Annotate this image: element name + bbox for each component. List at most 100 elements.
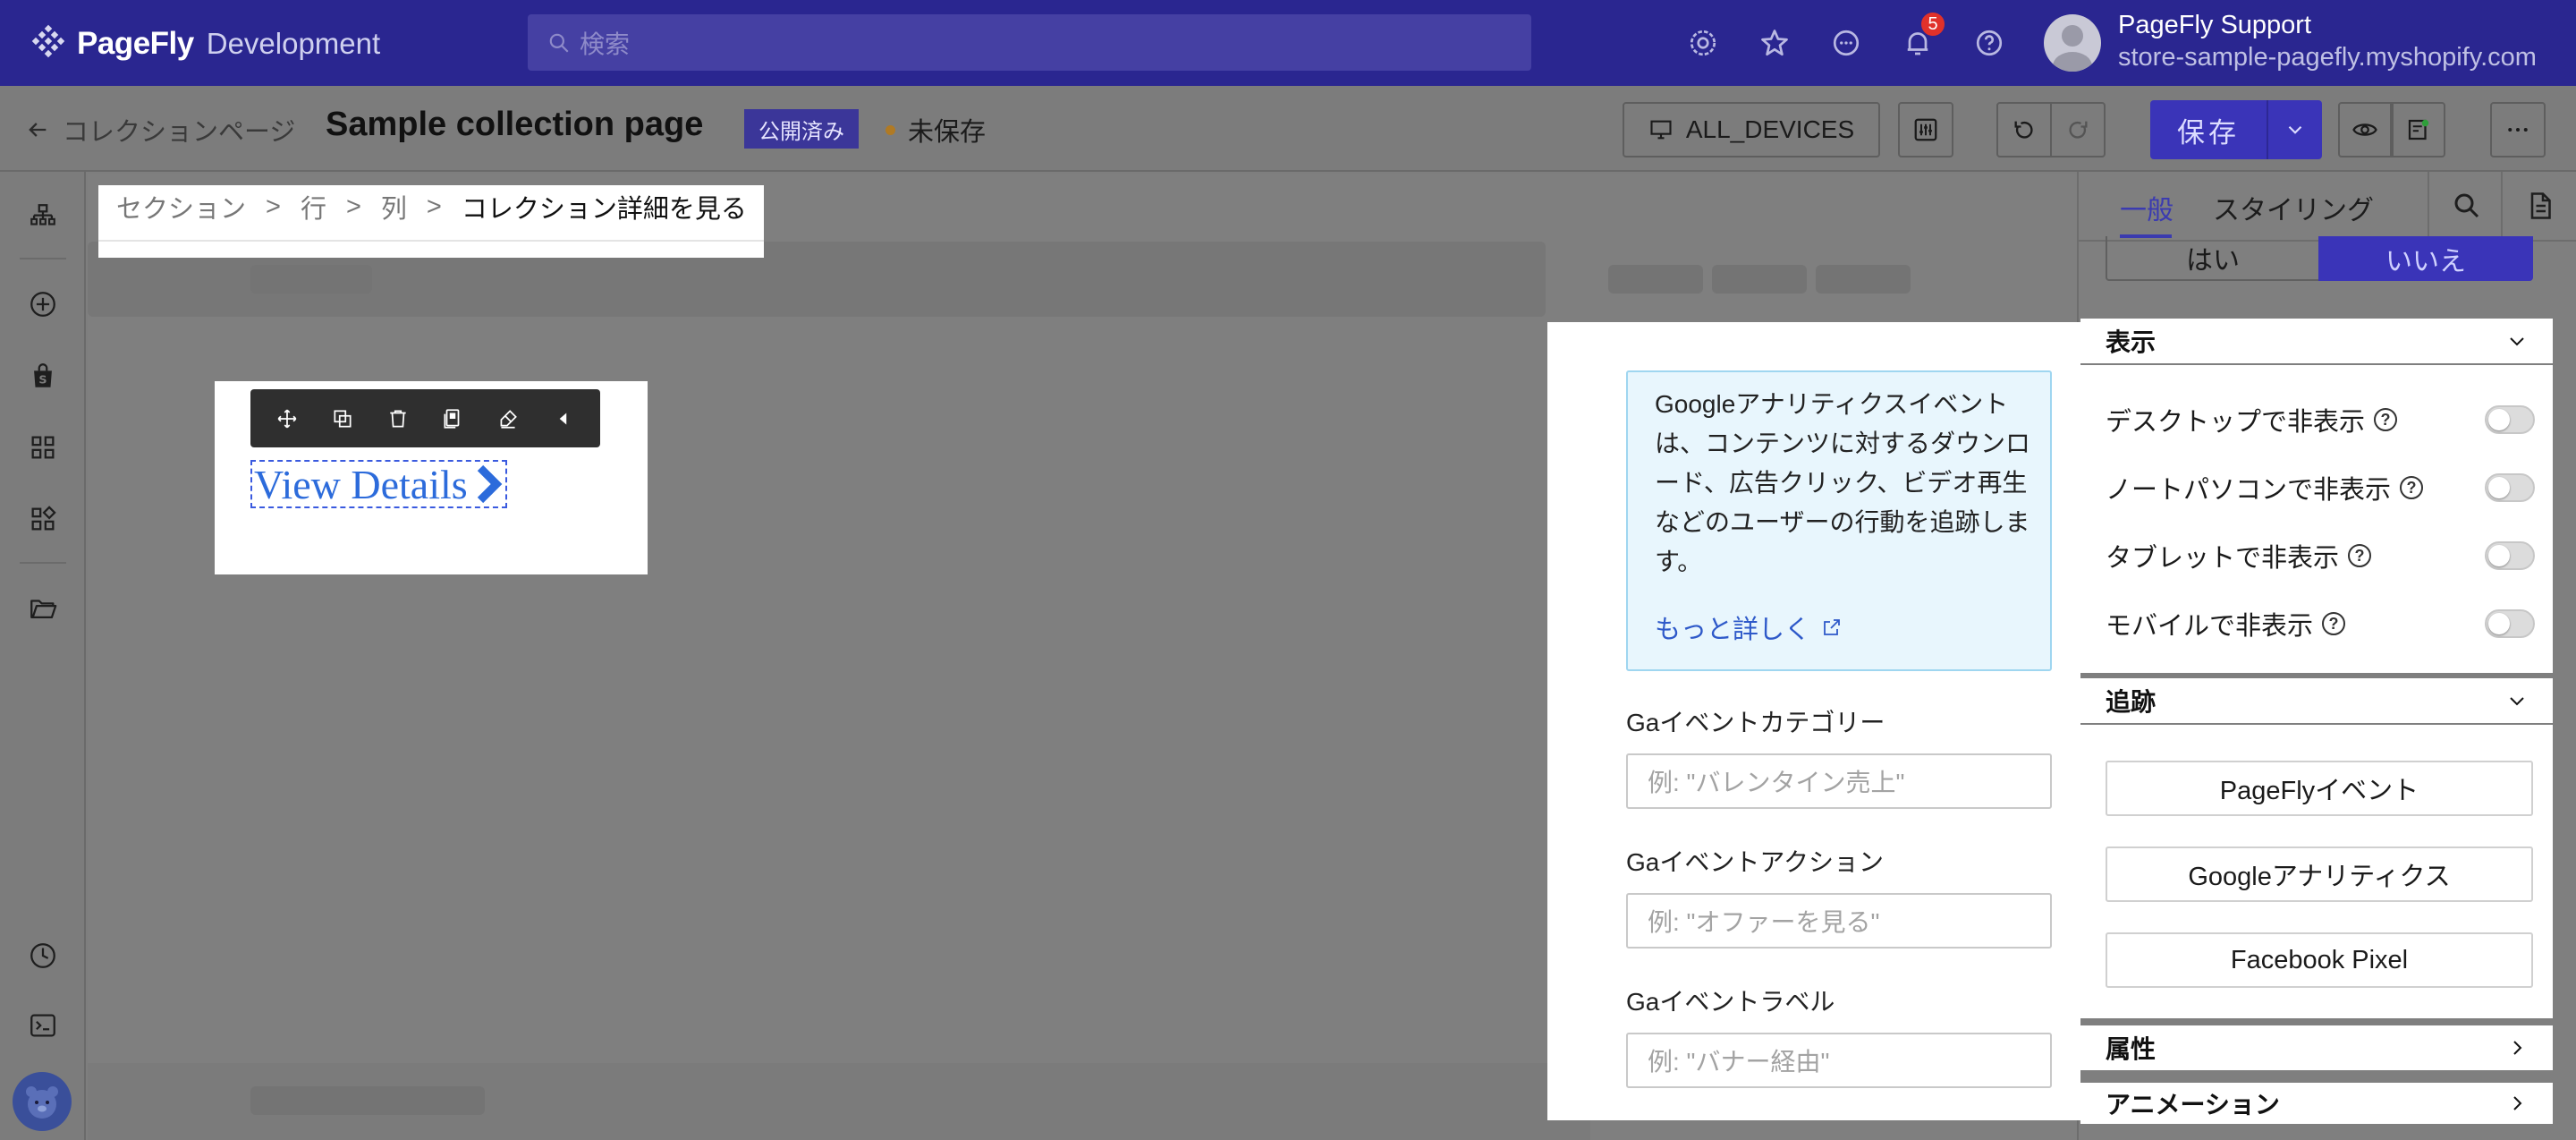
display-section-header[interactable]: 表示 <box>2080 319 2553 363</box>
add-element-icon[interactable] <box>21 283 64 326</box>
user-store-domain[interactable]: store-sample-pagefly.myshopify.com <box>2118 43 2537 72</box>
back-to-collection-pages[interactable]: コレクションページ <box>25 111 295 149</box>
sliders-icon <box>1914 118 1937 141</box>
breadcrumb-separator: > <box>426 191 442 221</box>
breadcrumb-item-section[interactable]: セクション <box>116 188 246 225</box>
help-question-icon[interactable]: ? <box>2400 476 2424 499</box>
help-question-icon[interactable]: ? <box>2322 612 2346 635</box>
chevron-down-icon <box>2510 697 2524 706</box>
hide-desktop-label: デスクトップで非表示 <box>2106 408 2366 437</box>
yes-option-button[interactable]: はい <box>2106 236 2320 281</box>
user-name[interactable]: PageFly Support <box>2118 11 2311 40</box>
ga-category-input[interactable]: 例: "バレンタイン売上" <box>1626 753 2052 809</box>
more-horizontal-icon <box>2508 128 2528 132</box>
learn-more-link[interactable]: もっと詳しく <box>1655 608 1843 646</box>
document-icon[interactable] <box>2524 190 2556 222</box>
tab-styling[interactable]: スタイリング <box>2213 188 2374 227</box>
tab-general[interactable]: 一般 <box>2120 188 2174 227</box>
live-page-icon <box>2408 119 2429 140</box>
no-option-button[interactable]: いいえ <box>2318 236 2533 281</box>
view-details-text: View Details <box>254 461 468 507</box>
arrow-left-icon <box>29 123 47 137</box>
caret-left-icon[interactable] <box>552 407 575 430</box>
page-settings-button[interactable] <box>1898 102 1953 157</box>
save-options-dropdown[interactable] <box>2267 100 2322 159</box>
move-icon[interactable] <box>275 407 299 430</box>
help-question-icon[interactable]: ? <box>2374 408 2398 431</box>
page-outline-icon[interactable] <box>21 195 64 238</box>
breadcrumb-item-current: コレクション詳細を見る <box>461 195 747 224</box>
apps-icon[interactable] <box>21 498 64 540</box>
ga-action-input[interactable]: 例: "オファーを見る" <box>1626 893 2052 949</box>
breadcrumb-separator: > <box>266 191 281 221</box>
hide-mobile-row: モバイルで非表示? <box>2106 605 2535 642</box>
ga-label-input[interactable]: 例: "バナー経由" <box>1626 1033 2052 1088</box>
mascot-avatar-icon[interactable] <box>13 1072 72 1131</box>
animation-section-header[interactable]: アニメーション <box>2080 1083 2553 1124</box>
brand-name: PageFly <box>77 26 194 61</box>
star-icon[interactable] <box>1755 23 1794 63</box>
copy-style-icon[interactable] <box>441 407 464 430</box>
user-avatar[interactable] <box>2044 14 2101 72</box>
back-label: コレクションページ <box>63 118 296 147</box>
ga-label-label: Gaイベントラベル <box>1626 988 1835 1016</box>
hide-mobile-label: モバイルで非表示 <box>2106 612 2314 641</box>
breadcrumb-item-row[interactable]: 行 <box>301 188 326 225</box>
hide-mobile-toggle[interactable] <box>2485 609 2535 638</box>
search-settings-icon[interactable] <box>2451 190 2483 222</box>
hide-tablet-toggle[interactable] <box>2485 541 2535 570</box>
duplicate-icon[interactable] <box>331 407 354 430</box>
undo-button[interactable] <box>1996 102 2052 157</box>
delete-icon[interactable] <box>386 407 410 430</box>
animation-section-title: アニメーション <box>2106 1091 2280 1119</box>
tracking-section-title: 追跡 <box>2106 688 2157 716</box>
attributes-section-header[interactable]: 属性 <box>2080 1025 2553 1070</box>
settings-icon[interactable] <box>1683 23 1723 63</box>
paste-style-brush-icon[interactable] <box>496 407 520 430</box>
unsaved-dot <box>886 124 895 135</box>
chevron-down-icon <box>2288 125 2302 134</box>
skeleton-bar <box>250 1086 485 1115</box>
element-toolbar <box>250 389 600 447</box>
chat-icon[interactable] <box>1826 23 1866 63</box>
more-options-button[interactable] <box>2490 102 2546 157</box>
hide-laptop-label: ノートパソコンで非表示 <box>2106 476 2392 505</box>
pagefly-event-button[interactable]: PageFlyイベント <box>2106 761 2533 816</box>
sections-grid-icon[interactable] <box>21 426 64 469</box>
global-search-input[interactable]: 検索 <box>528 14 1531 71</box>
view-details-link[interactable]: View Details <box>250 460 507 508</box>
facebook-pixel-button[interactable]: Facebook Pixel <box>2106 932 2533 988</box>
learn-more-label: もっと詳しく <box>1655 616 1811 644</box>
preview-button[interactable] <box>2338 102 2392 157</box>
hide-laptop-toggle[interactable] <box>2485 473 2535 502</box>
tab-divider <box>2501 172 2503 242</box>
shopify-bag-icon[interactable]: S <box>21 354 64 397</box>
hide-tablet-row: タブレットで非表示? <box>2106 537 2535 574</box>
view-live-button[interactable] <box>2392 102 2445 157</box>
popover-arrow <box>2070 734 2082 759</box>
code-terminal-icon[interactable] <box>21 1004 64 1047</box>
ga-action-placeholder: 例: "オファーを見る" <box>1648 908 1880 936</box>
device-label: ALL_DEVICES <box>1685 115 1855 143</box>
device-selector-button[interactable]: ALL_DEVICES <box>1623 102 1880 157</box>
ga-category-label: Gaイベントカテゴリー <box>1626 709 1885 736</box>
skeleton-bar <box>1712 265 1807 294</box>
help-icon[interactable] <box>1970 23 2009 63</box>
tracking-section-header[interactable]: 追跡 <box>2080 678 2553 723</box>
help-question-icon[interactable]: ? <box>2348 544 2372 567</box>
hide-desktop-toggle[interactable] <box>2485 405 2535 434</box>
skeleton-bar <box>1816 265 1911 294</box>
skeleton-bar <box>1608 265 1703 294</box>
folder-open-icon[interactable] <box>21 587 64 630</box>
history-clock-icon[interactable] <box>21 934 64 977</box>
chevron-down-icon <box>2510 337 2524 346</box>
search-placeholder: 検索 <box>580 30 631 58</box>
sidebar-divider <box>20 258 66 259</box>
google-analytics-button[interactable]: Googleアナリティクス <box>2106 846 2533 902</box>
save-button[interactable]: 保存 <box>2150 100 2267 159</box>
skeleton-bar <box>250 265 372 294</box>
redo-button[interactable] <box>2050 102 2106 157</box>
app-logo[interactable]: PageFly Development <box>29 21 380 66</box>
breadcrumb-item-column[interactable]: 列 <box>381 188 407 225</box>
save-state-indicator: 未保存 <box>886 111 986 149</box>
